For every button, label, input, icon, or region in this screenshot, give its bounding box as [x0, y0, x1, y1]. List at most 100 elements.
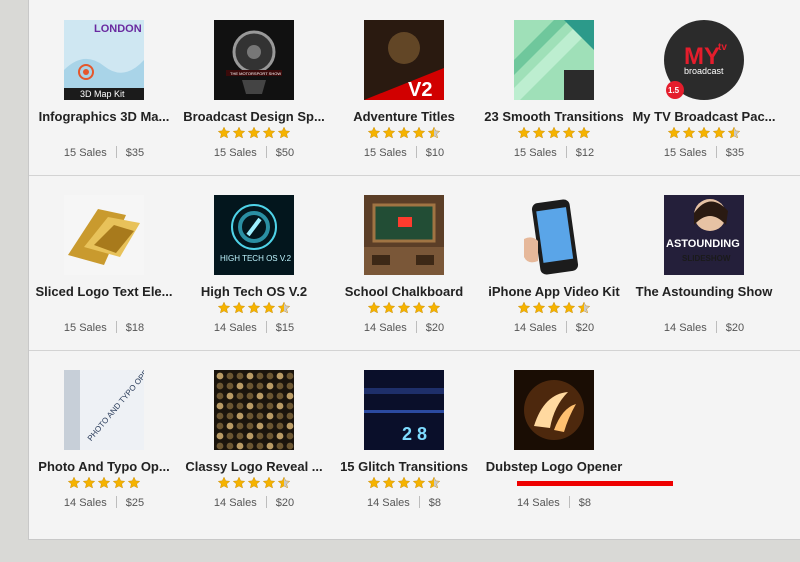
- sales-count: 15 Sales: [213, 147, 257, 159]
- divider: [415, 321, 417, 333]
- product-title[interactable]: My TV Broadcast Pac...: [627, 109, 781, 124]
- product-title[interactable]: Adventure Titles: [327, 109, 481, 124]
- thumb-school-chalkboard[interactable]: [364, 195, 444, 275]
- price: $20: [275, 497, 295, 509]
- product-title[interactable]: High Tech OS V.2: [177, 284, 331, 299]
- star-icon: [532, 301, 546, 314]
- product-card[interactable]: V2 Adventure Titles 15 Sales $10: [329, 0, 479, 175]
- sales-price-row: 15 Sales $12: [479, 146, 629, 159]
- thumb-glitch-transitions[interactable]: 2 8: [364, 370, 444, 450]
- rating-stars: [479, 301, 629, 317]
- divider: [115, 496, 117, 508]
- divider: [415, 146, 417, 158]
- product-title[interactable]: 15 Glitch Transitions: [327, 459, 481, 474]
- star-icon: [427, 476, 441, 489]
- thumb-dubstep-logo[interactable]: [514, 370, 594, 450]
- thumb-classy-logo[interactable]: [214, 370, 294, 450]
- product-title[interactable]: Classy Logo Reveal ...: [177, 459, 331, 474]
- product-title[interactable]: Dubstep Logo Opener: [477, 459, 631, 474]
- product-card[interactable]: HIGH TECH OS V.2 High Tech OS V.2 14 Sales…: [179, 175, 329, 350]
- product-card[interactable]: THE MOTORSPORT SHOW Broadcast Design Sp..…: [179, 0, 329, 175]
- star-icon: [577, 301, 591, 314]
- thumb-astounding-show[interactable]: ASTOUNDING SLIDESHOW: [664, 195, 744, 275]
- divider: [265, 146, 267, 158]
- star-icon: [367, 126, 381, 139]
- divider: [115, 146, 117, 158]
- price: $25: [125, 497, 145, 509]
- divider: [568, 496, 570, 508]
- divider: [715, 146, 717, 158]
- product-card[interactable]: LONDON 3D Map Kit Infographics 3D Ma... 15 …: [29, 0, 179, 175]
- product-title[interactable]: iPhone App Video Kit: [477, 284, 631, 299]
- product-card[interactable]: ASTOUNDING SLIDESHOW The Astounding Show 14…: [629, 175, 779, 350]
- svg-text:LONDON: LONDON: [94, 23, 142, 35]
- star-icon: [247, 301, 261, 314]
- sales-count: 15 Sales: [63, 322, 107, 334]
- star-icon: [412, 126, 426, 139]
- product-title[interactable]: Photo And Typo Op...: [27, 459, 181, 474]
- star-icon: [247, 126, 261, 139]
- product-title[interactable]: 23 Smooth Transitions: [477, 109, 631, 124]
- product-card[interactable]: Sliced Logo Text Ele... 15 Sales $18: [29, 175, 179, 350]
- thumb-adventure-titles[interactable]: V2: [364, 20, 444, 100]
- product-title[interactable]: Broadcast Design Sp...: [177, 109, 331, 124]
- star-icon: [712, 126, 726, 139]
- price: $20: [725, 322, 745, 334]
- product-card[interactable]: iPhone App Video Kit 14 Sales $20: [479, 175, 629, 350]
- thumb-smooth-transitions[interactable]: [514, 20, 594, 100]
- star-icon: [667, 126, 681, 139]
- svg-text:3D Map Kit: 3D Map Kit: [80, 89, 125, 99]
- rating-stars: [29, 476, 179, 492]
- product-card[interactable]: Dubstep Logo Opener 14 Sales $8: [479, 350, 629, 525]
- product-title[interactable]: The Astounding Show: [627, 284, 781, 299]
- star-icon: [682, 126, 696, 139]
- star-icon: [262, 476, 276, 489]
- divider: [565, 321, 567, 333]
- star-icon: [427, 126, 441, 139]
- sales-price-row: 14 Sales $8: [329, 496, 479, 509]
- sales-count: 15 Sales: [663, 147, 707, 159]
- product-card[interactable]: MY tv broadcast 1.5 My TV Broadcast Pac... 15…: [629, 0, 779, 175]
- sales-count: 14 Sales: [513, 322, 557, 334]
- star-icon: [517, 301, 531, 314]
- thumb-my-tv-broadcast[interactable]: MY tv broadcast 1.5: [664, 20, 744, 100]
- rating-stars: [629, 126, 779, 142]
- star-icon: [232, 301, 246, 314]
- product-card[interactable]: 23 Smooth Transitions 15 Sales $12: [479, 0, 629, 175]
- product-card[interactable]: School Chalkboard 14 Sales $20: [329, 175, 479, 350]
- product-title[interactable]: Infographics 3D Ma...: [27, 109, 181, 124]
- product-card[interactable]: 2 8 15 Glitch Transitions 14 Sales $8: [329, 350, 479, 525]
- star-icon: [532, 126, 546, 139]
- sales-price-row: 15 Sales $10: [329, 146, 479, 159]
- highlight-underline: [517, 481, 673, 486]
- rating-stars: [329, 301, 479, 317]
- star-icon: [397, 301, 411, 314]
- star-icon: [367, 476, 381, 489]
- rating-stars: [179, 126, 329, 142]
- rating-stars: [479, 126, 629, 142]
- thumb-broadcast-design[interactable]: THE MOTORSPORT SHOW: [214, 20, 294, 100]
- star-icon: [277, 126, 291, 139]
- star-icon: [217, 126, 231, 139]
- divider: [715, 321, 717, 333]
- star-icon: [232, 126, 246, 139]
- thumb-photo-typo[interactable]: PHOTO AND TYPO OPENER: [64, 370, 144, 450]
- product-card[interactable]: PHOTO AND TYPO OPENER Photo And Typo Op..…: [29, 350, 179, 525]
- price: $50: [275, 147, 295, 159]
- star-icon: [112, 476, 126, 489]
- product-title[interactable]: Sliced Logo Text Ele...: [27, 284, 181, 299]
- thumb-infographics-3d-map[interactable]: LONDON 3D Map Kit: [64, 20, 144, 100]
- thumb-iphone-app[interactable]: [514, 195, 594, 275]
- price: $18: [125, 322, 145, 334]
- rating-stars: [329, 476, 479, 492]
- star-icon: [397, 126, 411, 139]
- sales-price-row: 14 Sales $20: [179, 496, 329, 509]
- thumb-high-tech-os[interactable]: HIGH TECH OS V.2: [214, 195, 294, 275]
- star-icon: [382, 476, 396, 489]
- thumb-sliced-logo[interactable]: [64, 195, 144, 275]
- product-title[interactable]: School Chalkboard: [327, 284, 481, 299]
- rating-stars: [329, 126, 479, 142]
- product-card[interactable]: Classy Logo Reveal ... 14 Sales $20: [179, 350, 329, 525]
- svg-text:ASTOUNDING: ASTOUNDING: [666, 238, 740, 250]
- sales-count: 14 Sales: [363, 322, 407, 334]
